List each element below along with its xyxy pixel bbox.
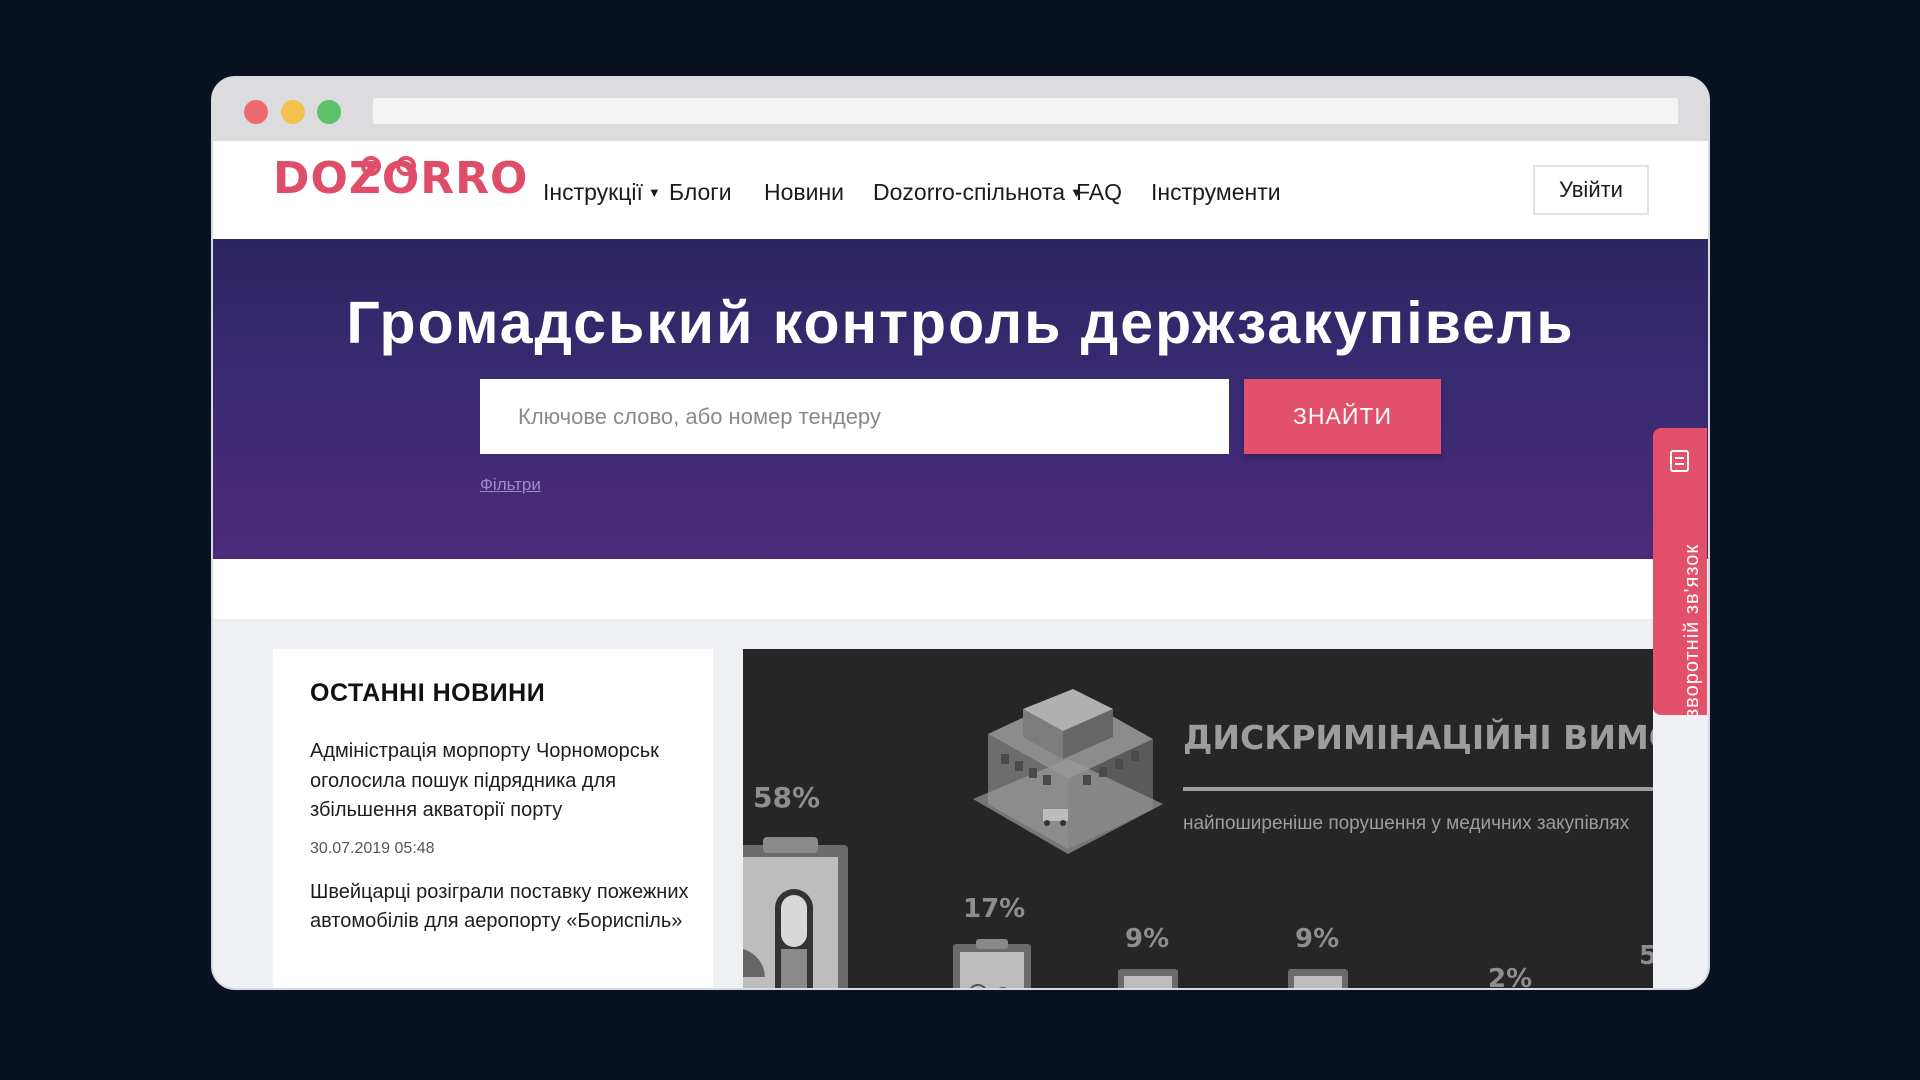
section-spacer xyxy=(213,559,1708,619)
site-header: DOZORRO Інструкції ▼ Блоги Новини Dozorro… xyxy=(213,141,1708,239)
login-button[interactable]: Увійти xyxy=(1533,165,1649,215)
nav-item-label: Інструменти xyxy=(1151,179,1281,205)
feedback-form-icon xyxy=(1670,450,1689,472)
news-heading: ОСТАННІ НОВИНИ xyxy=(310,679,546,707)
browser-chrome xyxy=(213,78,1708,141)
search-input[interactable] xyxy=(480,379,1229,454)
latest-news-card: ОСТАННІ НОВИНИ Адміністрація морпорту Чо… xyxy=(273,649,713,988)
nav-item-label: Блоги xyxy=(669,179,732,205)
percent-label: 17% xyxy=(963,894,1025,924)
nav-item-label: Інструкції xyxy=(543,179,643,205)
nav-item-label: FAQ xyxy=(1076,179,1123,205)
address-bar[interactable] xyxy=(373,98,1678,124)
nav-item-tools[interactable]: Інструменти xyxy=(1151,179,1281,206)
nav-item-faq[interactable]: FAQ xyxy=(1076,179,1122,206)
hero-section: Громадський контроль держзакупівель ЗНАЙ… xyxy=(213,239,1708,559)
browser-window: DOZORRO Інструкції ▼ Блоги Новини Dozorro… xyxy=(211,76,1710,990)
minimize-window-button[interactable] xyxy=(281,100,305,124)
clipboard-icon xyxy=(743,837,848,988)
hero-title: Громадський контроль держзакупівель xyxy=(346,290,1575,356)
chevron-down-icon: ▼ xyxy=(647,185,661,200)
svg-text:5: 5 xyxy=(1639,941,1653,971)
percent-label: 9% xyxy=(1295,924,1339,954)
news-item-title[interactable]: Адміністрація морпорту Чорноморськ оголо… xyxy=(310,737,690,826)
percent-label: 2% xyxy=(1488,964,1532,990)
news-list: Адміністрація морпорту Чорноморськ оголо… xyxy=(310,737,690,937)
nav-item-instructions[interactable]: Інструкції ▼ xyxy=(543,179,661,206)
close-window-button[interactable] xyxy=(244,100,268,124)
banner-subtitle: найпоширеніше порушення у медичних закуп… xyxy=(1183,813,1630,834)
content-section: ОСТАННІ НОВИНИ Адміністрація морпорту Чо… xyxy=(213,619,1708,990)
main-nav: Інструкції ▼ Блоги Новини Dozorro-спільно… xyxy=(213,141,1708,239)
nav-item-blogs[interactable]: Блоги xyxy=(669,179,732,206)
clipboard-icon xyxy=(1288,969,1348,988)
clipboard-icon xyxy=(1118,969,1178,988)
maximize-window-button[interactable] xyxy=(317,100,341,124)
percent-label: 9% xyxy=(1125,924,1169,954)
feedback-label: зворотній зв'язок xyxy=(1681,543,1703,718)
news-item-title[interactable]: Швейцарці розіграли поставку пожежних ав… xyxy=(310,878,690,937)
percent-label: 58% xyxy=(753,781,820,814)
nav-item-label: Новини xyxy=(764,179,845,205)
nav-item-label: Dozorro-спільнота xyxy=(873,179,1065,205)
banner-title: ДИСКРИМІНАЦІЙНІ ВИМОГИ xyxy=(1183,717,1653,757)
infographic-art: ДИСКРИМІНАЦІЙНІ ВИМОГИ найпоширеніше пор… xyxy=(743,689,1653,990)
nav-item-community[interactable]: Dozorro-спільнота ▼ xyxy=(873,179,1083,206)
infographic-banner[interactable]: ДИСКРИМІНАЦІЙНІ ВИМОГИ найпоширеніше пор… xyxy=(743,649,1653,990)
news-item-date: 30.07.2019 05:48 xyxy=(310,839,435,857)
filters-link[interactable]: Фільтри xyxy=(480,475,541,495)
clipboard-icon xyxy=(953,939,1031,988)
nav-item-news[interactable]: Новини xyxy=(764,179,844,206)
feedback-tab[interactable]: зворотній зв'язок xyxy=(1653,428,1707,718)
search-button[interactable]: ЗНАЙТИ xyxy=(1244,379,1441,454)
building-illustration xyxy=(973,689,1163,854)
